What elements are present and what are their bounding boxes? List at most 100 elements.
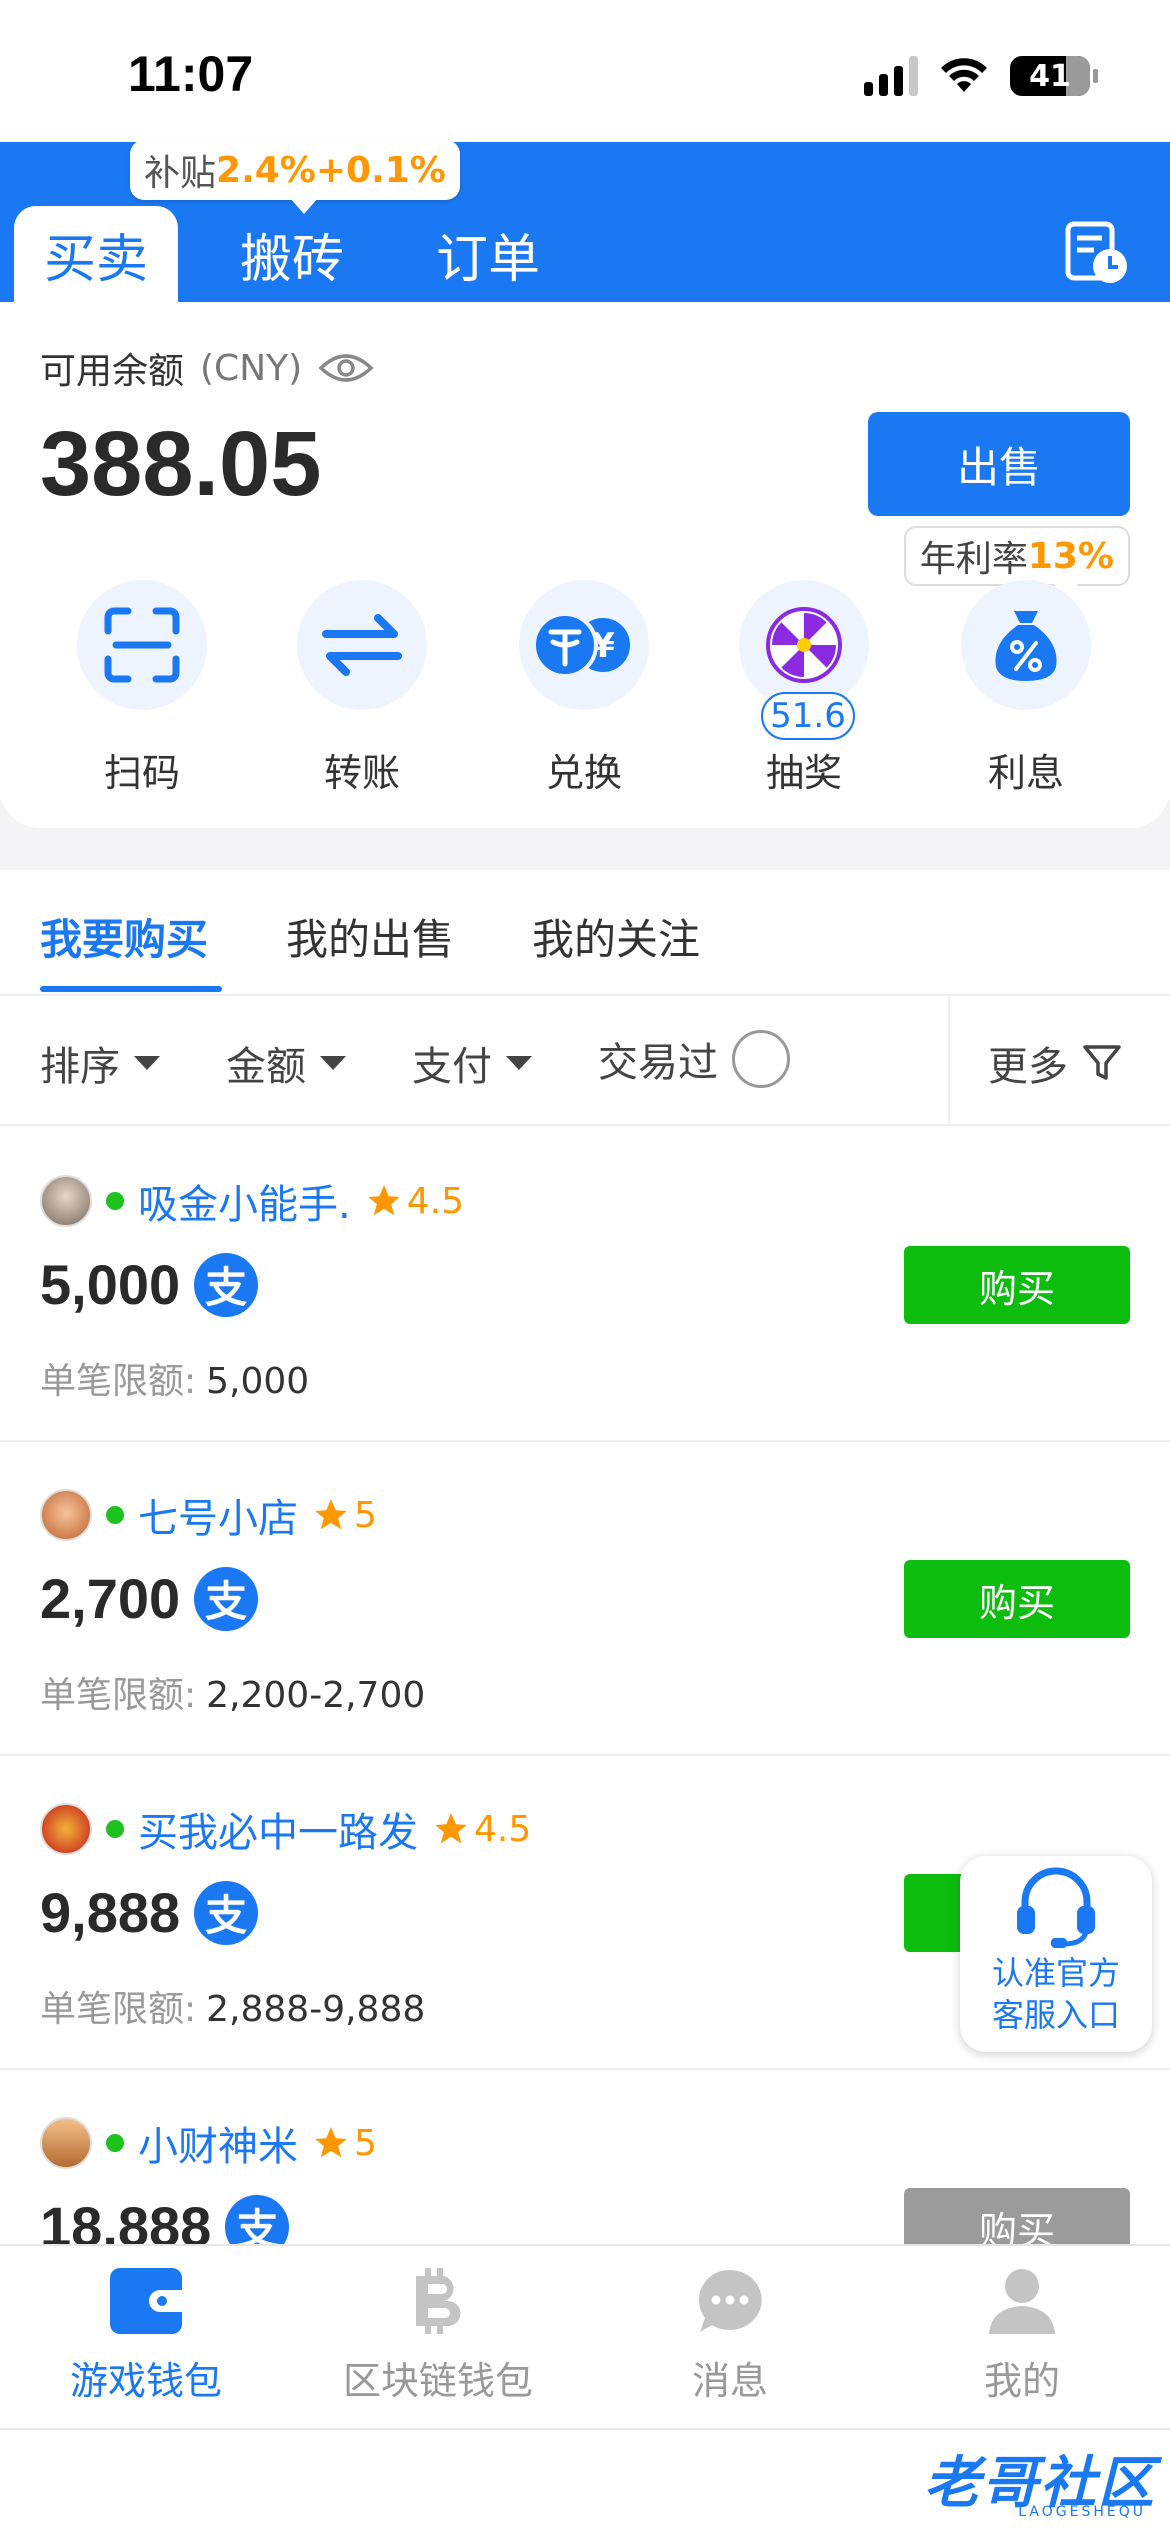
subtab-my-sales[interactable]: 我的出售: [286, 906, 454, 967]
limit-label: 单笔限额:: [40, 1361, 197, 1402]
wallet-icon: [110, 2268, 184, 2334]
order-history-icon[interactable]: [1064, 220, 1130, 286]
nav-label: 区块链钱包: [342, 2359, 533, 2403]
market-subtabs: 我要购买 我的出售 我的关注: [0, 870, 1170, 996]
listing-amount: 2,700: [40, 1567, 181, 1630]
avatar[interactable]: [40, 1489, 92, 1541]
divider: [948, 996, 950, 1126]
alipay-icon: 支: [194, 1880, 259, 1945]
amount-row: 2,700 支: [40, 1566, 259, 1631]
rating-value: 4.5: [474, 1808, 532, 1850]
limit-label: 单笔限额:: [40, 1675, 197, 1716]
customer-service-float[interactable]: 认准官方 客服入口: [960, 1856, 1152, 2052]
quick-action-lottery[interactable]: 51.6 抽奖: [714, 580, 894, 797]
transfer-icon: [322, 614, 402, 676]
nav-profile[interactable]: 我的: [876, 2266, 1168, 2405]
avatar[interactable]: [40, 1803, 92, 1855]
avatar[interactable]: [40, 1175, 92, 1227]
subsidy-prefix: 补贴: [144, 153, 217, 194]
online-status-dot: [106, 1192, 124, 1210]
subtab-following[interactable]: 我的关注: [532, 906, 700, 967]
filter-payment[interactable]: 支付: [412, 1034, 532, 1092]
quick-action-label: 抽奖: [765, 751, 842, 795]
seller-name[interactable]: 小财神米: [138, 2114, 298, 2172]
watermark-subtitle: LAOGESHEQU: [1018, 2504, 1146, 2520]
seller-row: 吸金小能手. 4.5: [40, 1172, 464, 1230]
filter-sort[interactable]: 排序: [40, 1034, 160, 1092]
wifi-icon: [941, 58, 987, 92]
balance-currency: (CNY): [200, 347, 303, 389]
tab-label: 订单: [435, 229, 540, 290]
seller-rating: 5: [312, 2123, 377, 2164]
radio-toggle[interactable]: [732, 1030, 790, 1088]
lottery-badge: 51.6: [761, 692, 855, 740]
profile-icon: [989, 2269, 1055, 2334]
filter-amount[interactable]: 金额: [226, 1034, 346, 1092]
lottery-wheel-icon: [766, 607, 842, 683]
support-line-1: 认准官方: [991, 1954, 1120, 1992]
listing-card[interactable]: 吸金小能手. 4.5 5,000 支 单笔限额: 5,000 购买: [0, 1128, 1170, 1442]
caret-down-icon: [320, 1056, 346, 1070]
quick-action-label: 兑换: [545, 751, 622, 795]
star-icon: [435, 1813, 467, 1844]
quick-action-label: 扫码: [103, 751, 180, 795]
subtab-underline: [40, 986, 222, 992]
buy-button[interactable]: 购买: [904, 1246, 1130, 1324]
quick-action-exchange[interactable]: ¥ 兑换: [494, 580, 674, 797]
seller-row: 买我必中一路发 4.5: [40, 1800, 531, 1858]
limit-row: 单笔限额: 2,200-2,700: [40, 1666, 425, 1718]
tab-arbitrage[interactable]: 搬砖: [210, 206, 374, 302]
seller-row: 七号小店 5: [40, 1486, 377, 1544]
star-icon: [367, 1185, 400, 1216]
eye-icon[interactable]: [318, 350, 374, 386]
subtab-buy[interactable]: 我要购买: [40, 906, 208, 967]
alipay-icon: 支: [194, 1252, 259, 1317]
battery-level: 41: [1029, 58, 1071, 94]
listing-amount: 9,888: [40, 1881, 181, 1944]
subsidy-bubble: 补贴 2.4%+0.1%: [130, 140, 460, 214]
tab-buy-sell[interactable]: 买卖: [14, 206, 178, 302]
support-text: 认准官方 客服入口: [992, 1952, 1120, 2036]
scan-icon: [104, 607, 180, 683]
avatar[interactable]: [40, 2117, 92, 2169]
headset-icon: [1017, 1867, 1095, 1948]
nav-label: 消息: [691, 2359, 768, 2403]
quick-action-transfer[interactable]: 转账: [272, 580, 452, 797]
limit-row: 单笔限额: 5,000: [40, 1352, 309, 1404]
online-status-dot: [106, 1820, 124, 1838]
listing-amount: 5,000: [40, 1253, 181, 1316]
rating-value: 4.5: [406, 1180, 464, 1222]
battery-icon: 41: [1010, 56, 1098, 96]
balance-label-row: 可用余额 (CNY): [40, 342, 374, 394]
seller-name[interactable]: 买我必中一路发: [138, 1800, 418, 1858]
home-indicator-area: 老哥社区 LAOGESHEQU: [0, 2428, 1170, 2532]
limit-value: 2,888-9,888: [206, 1989, 426, 2030]
filter-more[interactable]: 更多: [988, 1034, 1122, 1092]
seller-name[interactable]: 吸金小能手.: [138, 1172, 351, 1230]
filter-label: 更多: [988, 1044, 1068, 1090]
balance-value: 388.05: [40, 413, 322, 515]
bottom-nav: 游戏钱包 区块链钱包 消息 我的: [0, 2244, 1170, 2428]
nav-blockchain-wallet[interactable]: 区块链钱包: [292, 2266, 584, 2405]
buy-button[interactable]: 购买: [904, 1560, 1130, 1638]
star-icon: [315, 2127, 347, 2158]
filter-label: 交易过: [598, 1040, 718, 1086]
quick-action-scan[interactable]: 扫码: [52, 580, 232, 797]
tab-orders[interactable]: 订单: [406, 206, 570, 302]
quick-action-interest[interactable]: 利息: [936, 580, 1116, 797]
balance-card: 可用余额 (CNY) 388.05 出售 年利率 13% 扫码 转账 ¥ 兑换 …: [0, 302, 1170, 828]
listing-card[interactable]: 七号小店 5 2,700 支 单笔限额: 2,200-2,700 购买: [0, 1442, 1170, 1756]
seller-rating: 4.5: [365, 1181, 464, 1222]
exchange-icon: ¥: [532, 612, 634, 678]
quick-action-label: 转账: [323, 751, 400, 795]
filter-label: 排序: [40, 1044, 120, 1090]
nav-messages[interactable]: 消息: [584, 2266, 876, 2405]
sell-button[interactable]: 出售: [868, 412, 1130, 516]
nav-game-wallet[interactable]: 游戏钱包: [0, 2266, 292, 2405]
filter-traded[interactable]: 交易过: [598, 1030, 790, 1088]
rate-value: 13%: [1027, 535, 1114, 577]
caret-down-icon: [506, 1056, 532, 1070]
quick-action-label: 利息: [987, 751, 1064, 795]
seller-name[interactable]: 七号小店: [138, 1486, 298, 1544]
status-time: 11:07: [128, 46, 254, 102]
